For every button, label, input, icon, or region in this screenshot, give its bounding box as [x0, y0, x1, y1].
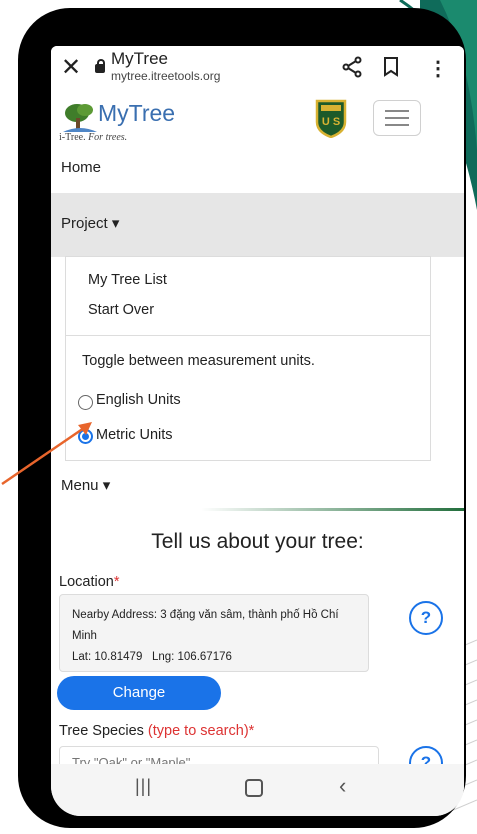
pointer-arrow-annotation — [1, 422, 92, 486]
